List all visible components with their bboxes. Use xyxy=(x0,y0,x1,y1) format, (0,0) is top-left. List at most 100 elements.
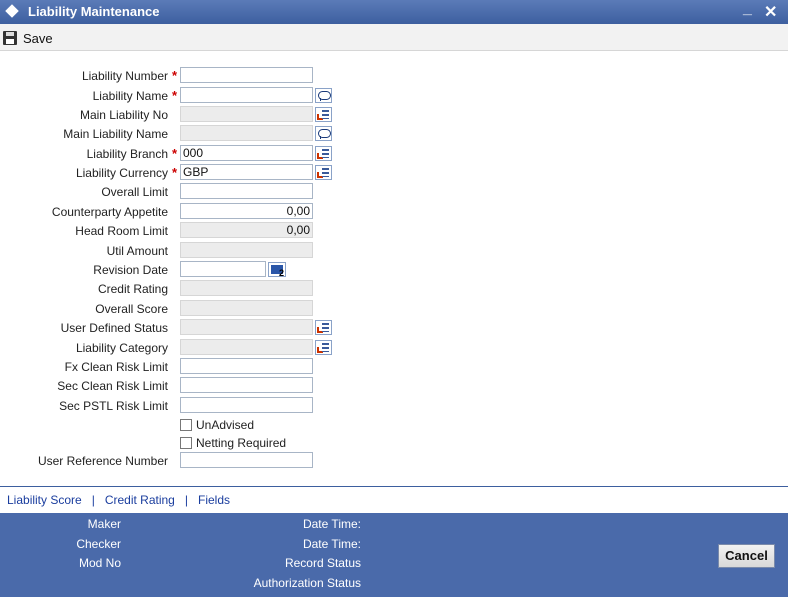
row-liability-number: Liability Number * xyxy=(0,67,788,85)
overall-score-input xyxy=(180,300,313,316)
save-label: Save xyxy=(23,30,53,46)
title-bar: Liability Maintenance _ ✕ xyxy=(0,0,788,24)
fx-clean-risk-limit-input[interactable] xyxy=(180,358,313,374)
user-reference-number-label: User Reference Number xyxy=(37,454,168,468)
row-main-liability-no: Main Liability No xyxy=(0,106,788,124)
liability-score-link[interactable]: Liability Score xyxy=(7,493,82,507)
link-separator: | xyxy=(91,493,95,507)
list-of-values-icon[interactable] xyxy=(315,146,332,161)
netting-required-checkbox[interactable]: Netting Required xyxy=(180,435,286,451)
liability-currency-input[interactable] xyxy=(180,164,313,180)
sec-clean-risk-limit-input[interactable] xyxy=(180,377,313,393)
unadvised-label: UnAdvised xyxy=(196,418,255,432)
minimize-button[interactable]: _ xyxy=(743,0,752,18)
list-of-values-icon[interactable] xyxy=(315,340,332,355)
calendar-icon[interactable] xyxy=(268,262,286,278)
overall-limit-input[interactable] xyxy=(180,183,313,199)
audit-footer: Maker Checker Mod No Date Time: Date Tim… xyxy=(0,513,788,597)
sec-pstl-risk-limit-label: Sec PSTL Risk Limit xyxy=(59,399,168,413)
netting-required-label: Netting Required xyxy=(196,436,287,450)
row-liability-currency: Liability Currency * xyxy=(0,164,788,182)
liability-form: Liability Number * Liability Name * Main… xyxy=(0,51,788,486)
credit-rating-input xyxy=(180,280,313,296)
row-credit-rating: Credit Rating xyxy=(0,280,788,298)
save-button[interactable]: Save xyxy=(3,29,53,47)
window-title: Liability Maintenance xyxy=(28,4,160,19)
row-overall-limit: Overall Limit xyxy=(0,183,788,201)
required-marker: * xyxy=(172,88,178,103)
liability-name-input[interactable] xyxy=(180,87,313,103)
overall-score-label: Overall Score xyxy=(95,302,168,316)
required-marker: * xyxy=(172,146,178,161)
checkbox-box[interactable] xyxy=(180,437,192,449)
liability-branch-input[interactable] xyxy=(180,145,313,161)
main-liability-name-label: Main Liability Name xyxy=(63,127,168,141)
head-room-limit-input xyxy=(180,222,313,238)
revision-date-label: Revision Date xyxy=(93,263,168,277)
unadvised-checkbox[interactable]: UnAdvised xyxy=(180,417,254,433)
required-marker: * xyxy=(172,165,178,180)
sec-clean-risk-limit-label: Sec Clean Risk Limit xyxy=(57,379,168,393)
credit-rating-label: Credit Rating xyxy=(97,282,168,296)
row-user-reference-number: User Reference Number xyxy=(0,452,788,470)
app-diamond-icon xyxy=(5,4,19,18)
record-status-label: Record Status xyxy=(284,556,361,570)
link-separator: | xyxy=(184,493,188,507)
liability-category-input xyxy=(180,339,313,355)
overall-limit-label: Overall Limit xyxy=(101,185,168,199)
list-of-values-icon[interactable] xyxy=(315,165,332,180)
comment-bubble-icon[interactable] xyxy=(315,126,332,141)
checker-label: Checker xyxy=(76,537,121,551)
main-liability-no-input xyxy=(180,106,313,122)
liability-currency-label: Liability Currency xyxy=(75,166,168,180)
row-sec-clean-risk-limit: Sec Clean Risk Limit xyxy=(0,377,788,395)
comment-bubble-icon[interactable] xyxy=(315,88,332,103)
row-head-room-limit: Head Room Limit xyxy=(0,222,788,240)
fx-clean-risk-limit-label: Fx Clean Risk Limit xyxy=(64,360,168,374)
credit-rating-link[interactable]: Credit Rating xyxy=(105,493,175,507)
required-marker: * xyxy=(172,68,178,83)
close-button[interactable]: ✕ xyxy=(764,2,777,22)
liability-number-input[interactable] xyxy=(180,67,313,83)
checkbox-box[interactable] xyxy=(180,419,192,431)
authorization-status-label: Authorization Status xyxy=(253,576,361,590)
head-room-limit-label: Head Room Limit xyxy=(75,224,168,238)
maker-date-time-label: Date Time: xyxy=(302,517,361,531)
row-liability-name: Liability Name * xyxy=(0,87,788,105)
user-defined-status-input xyxy=(180,319,313,335)
checker-date-time-label: Date Time: xyxy=(302,537,361,551)
counterparty-appetite-input[interactable] xyxy=(180,203,313,219)
fields-link[interactable]: Fields xyxy=(198,493,230,507)
util-amount-label: Util Amount xyxy=(106,244,168,258)
row-util-amount: Util Amount xyxy=(0,242,788,260)
revision-date-input[interactable] xyxy=(180,261,266,277)
main-liability-name-input xyxy=(180,125,313,141)
cancel-button[interactable]: Cancel xyxy=(718,544,775,568)
counterparty-appetite-label: Counterparty Appetite xyxy=(51,205,168,219)
toolbar: Save xyxy=(0,24,788,51)
row-liability-branch: Liability Branch * xyxy=(0,145,788,163)
mod-no-label: Mod No xyxy=(78,556,121,570)
row-counterparty-appetite: Counterparty Appetite xyxy=(0,203,788,221)
main-liability-no-label: Main Liability No xyxy=(79,108,168,122)
save-icon xyxy=(3,31,17,45)
util-amount-input xyxy=(180,242,313,258)
row-overall-score: Overall Score xyxy=(0,300,788,318)
liability-category-label: Liability Category xyxy=(75,341,168,355)
row-main-liability-name: Main Liability Name xyxy=(0,125,788,143)
liability-number-label: Liability Number xyxy=(81,69,168,83)
row-revision-date: Revision Date xyxy=(0,261,788,279)
row-user-defined-status: User Defined Status xyxy=(0,319,788,337)
liability-name-label: Liability Name xyxy=(92,89,168,103)
row-fx-clean-risk-limit: Fx Clean Risk Limit xyxy=(0,358,788,376)
list-of-values-icon[interactable] xyxy=(315,107,332,122)
liability-branch-label: Liability Branch xyxy=(86,147,168,161)
row-sec-pstl-risk-limit: Sec PSTL Risk Limit xyxy=(0,397,788,415)
list-of-values-icon[interactable] xyxy=(315,320,332,335)
user-reference-number-input[interactable] xyxy=(180,452,313,468)
maker-label: Maker xyxy=(87,517,121,531)
user-defined-status-label: User Defined Status xyxy=(60,321,168,335)
subsystem-links-bar: Liability Score | Credit Rating | Fields xyxy=(0,486,788,513)
row-liability-category: Liability Category xyxy=(0,339,788,357)
sec-pstl-risk-limit-input[interactable] xyxy=(180,397,313,413)
